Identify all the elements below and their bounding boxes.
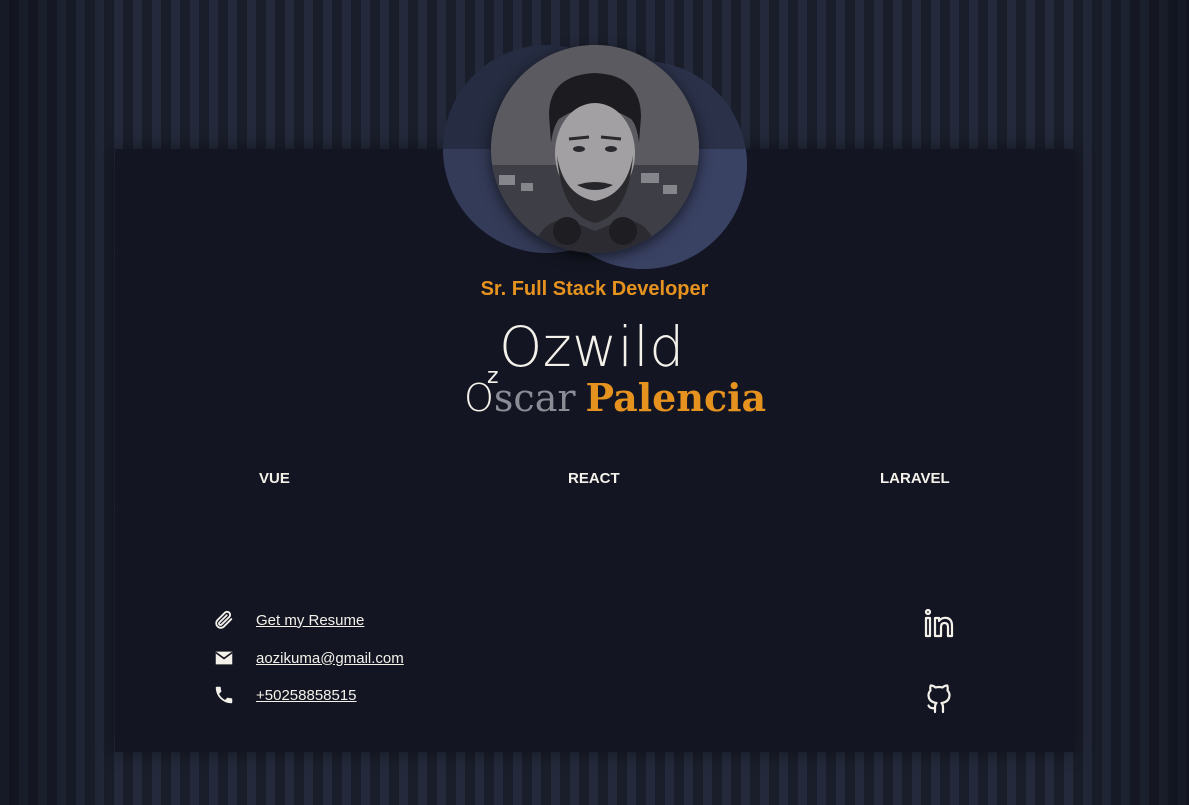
job-title: Sr. Full Stack Developer	[480, 278, 709, 300]
contact-resume: Get my Resume	[213, 609, 364, 631]
github-link[interactable]	[922, 681, 956, 715]
background-shade-left	[0, 0, 115, 805]
profile-photo	[491, 45, 699, 253]
skill-laravel: LARAVEL	[880, 470, 950, 487]
linkedin-link[interactable]	[922, 606, 956, 640]
resume-link[interactable]: Get my Resume	[256, 612, 364, 629]
contact-email: aozikuma@gmail.com	[213, 647, 404, 669]
linkedin-icon	[924, 608, 954, 638]
full-name: Oscar Palencia	[464, 375, 766, 421]
contact-phone: +50258858515	[213, 684, 357, 706]
paperclip-icon	[213, 609, 235, 631]
first-name-rest: scar	[493, 376, 576, 420]
nickname: Ozwild	[499, 315, 685, 379]
email-link[interactable]: aozikuma@gmail.com	[256, 650, 404, 667]
github-icon	[927, 684, 951, 714]
phone-icon	[213, 684, 235, 706]
skill-react: REACT	[568, 470, 620, 487]
first-name-initial: O	[464, 376, 494, 420]
background-shade-right	[1074, 0, 1189, 805]
skill-vue: VUE	[259, 470, 290, 487]
mail-icon	[213, 647, 235, 669]
last-name: Palencia	[585, 375, 767, 420]
profile-photo-image	[491, 45, 699, 253]
phone-link[interactable]: +50258858515	[256, 687, 357, 704]
